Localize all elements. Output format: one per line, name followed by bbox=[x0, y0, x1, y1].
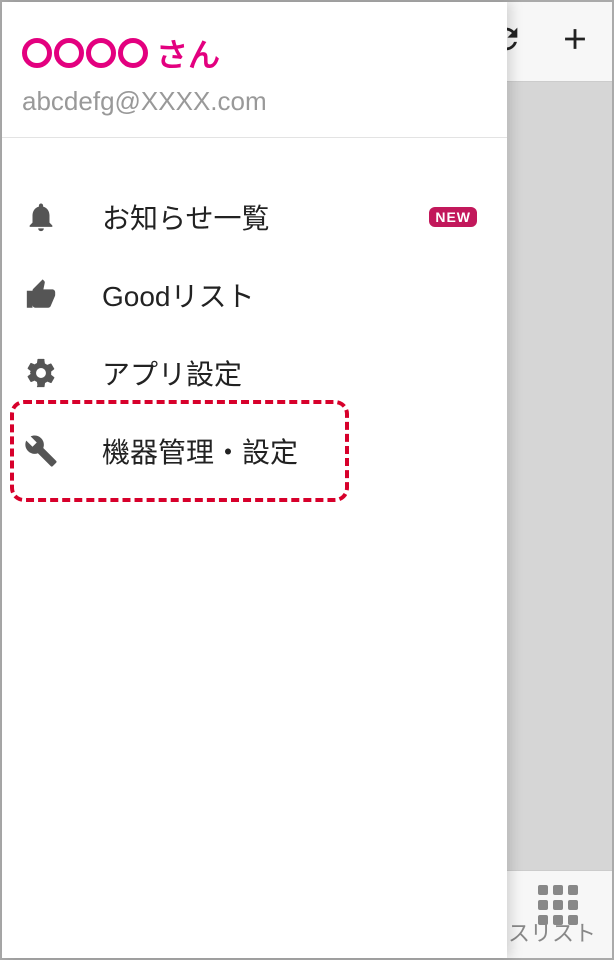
menu-label: お知らせ一覧 bbox=[102, 197, 269, 237]
new-badge: NEW bbox=[429, 207, 477, 227]
navigation-drawer: さん abcdefg@XXXX.com お知らせ一覧 NEW Goodリスト bbox=[2, 2, 507, 958]
user-name-placeholder bbox=[22, 38, 148, 68]
plus-icon bbox=[558, 22, 592, 56]
menu-item-app-settings[interactable]: アプリ設定 bbox=[2, 334, 507, 412]
gear-icon bbox=[22, 354, 60, 392]
drawer-menu: お知らせ一覧 NEW Goodリスト アプリ設定 機器 bbox=[2, 138, 507, 490]
menu-label: 機器管理・設定 bbox=[102, 431, 298, 471]
drawer-header: さん abcdefg@XXXX.com bbox=[2, 2, 507, 138]
user-name-suffix: さん bbox=[156, 30, 220, 76]
add-button[interactable] bbox=[558, 22, 592, 61]
bell-icon bbox=[22, 198, 60, 236]
menu-item-good-list[interactable]: Goodリスト bbox=[2, 256, 507, 334]
user-name-row: さん bbox=[22, 30, 487, 76]
menu-label: アプリ設定 bbox=[102, 353, 242, 393]
menu-item-notifications[interactable]: お知らせ一覧 NEW bbox=[2, 178, 507, 256]
menu-label: Goodリスト bbox=[102, 275, 255, 315]
user-email: abcdefg@XXXX.com bbox=[22, 86, 487, 117]
app-root: ビスリスト さん abcdefg@XXXX.com お知らせ一覧 NEW bbox=[0, 0, 614, 960]
thumbs-up-icon bbox=[22, 276, 60, 314]
menu-item-device-management[interactable]: 機器管理・設定 bbox=[2, 412, 507, 490]
wrench-icon bbox=[22, 432, 60, 470]
